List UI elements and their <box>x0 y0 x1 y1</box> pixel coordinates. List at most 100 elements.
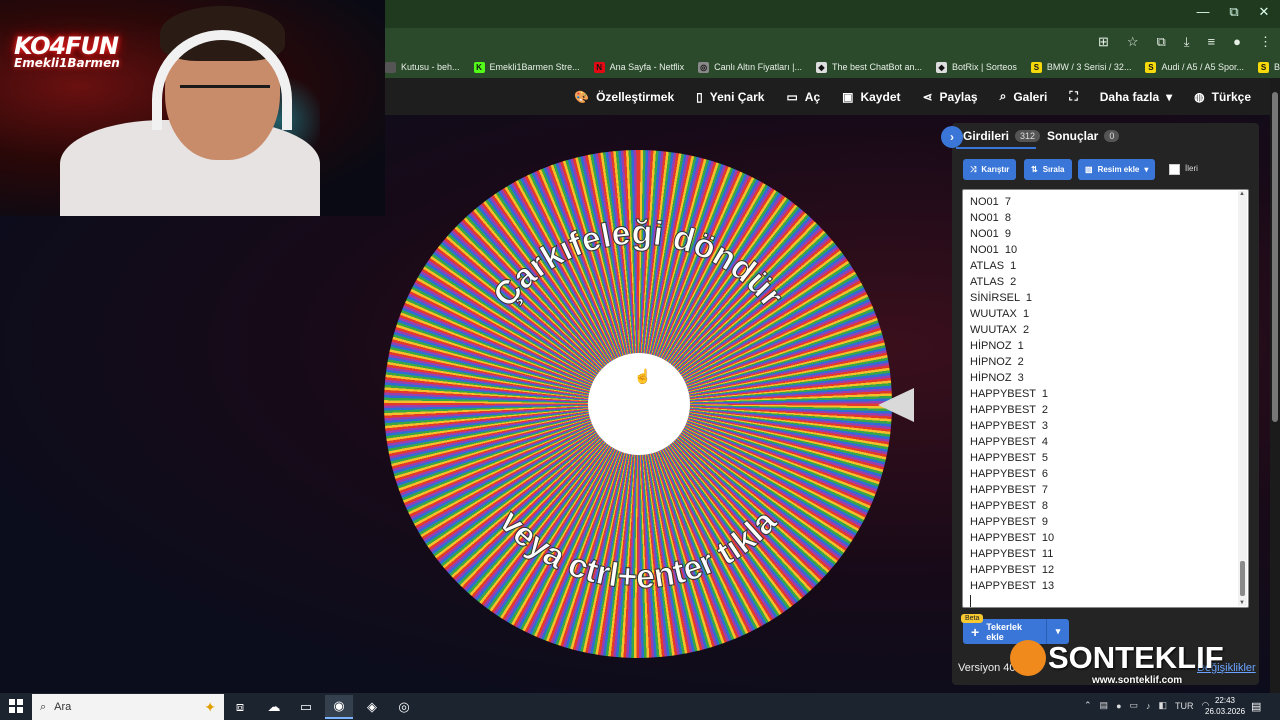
file-explorer-icon[interactable]: ▭ <box>292 695 320 719</box>
bookmark-label: Ana Sayfa - Netflix <box>609 62 685 72</box>
scroll-down-icon[interactable]: ▼ <box>1239 600 1245 606</box>
taskbar-search[interactable]: ⌕ Ara ✦ <box>32 694 224 720</box>
taskbar-clock[interactable]: 22:43 26.03.2026 <box>1205 695 1245 717</box>
entries-textarea[interactable]: NO01 7 NO01 8 NO01 9 NO01 10 ATLAS 1 ATLAS 2 S… <box>962 189 1249 608</box>
entry-line: HAPPYBEST 11 <box>970 548 1054 560</box>
shuffle-label: Karıştır <box>981 165 1010 174</box>
bookmark-star-icon[interactable]: ☆ <box>1127 34 1139 50</box>
sponsor-url: www.sonteklif.com <box>1092 675 1183 686</box>
fullscreen-button[interactable]: ⛶ <box>1058 78 1088 115</box>
bookmark-item[interactable]: ◆ The best ChatBot an... <box>815 61 923 73</box>
bookmark-item[interactable]: S Audi / A5 / A5 Spor... <box>1145 61 1244 73</box>
sort-button[interactable]: ⇅ Sırala <box>1024 159 1072 180</box>
entry-line: HAPPYBEST 6 <box>970 468 1049 480</box>
entry-line: NO01 7 <box>970 196 1011 208</box>
caret-down-icon: ▾ <box>1144 165 1149 174</box>
windows-start-icon[interactable] <box>9 699 23 713</box>
weather-widget-icon[interactable]: ☁ <box>260 695 288 719</box>
bookmark-favicon-icon <box>385 61 396 73</box>
bookmark-item[interactable]: ◆ BotRix | Sorteos <box>936 61 1017 73</box>
entry-line: HAPPYBEST 7 <box>970 484 1049 496</box>
bookmark-item[interactable]: Kutusu - beh... <box>385 61 460 73</box>
entry-line: ATLAS 1 <box>970 260 1017 272</box>
file-icon: ▯ <box>696 89 703 104</box>
recorder-app-icon[interactable]: ◎ <box>390 695 418 719</box>
entries-list: NO01 7 NO01 8 NO01 9 NO01 10 ATLAS 1 ATLAS 2 S… <box>963 190 1248 607</box>
bookmark-item[interactable]: N Ana Sayfa - Netflix <box>593 61 685 73</box>
network-icon[interactable]: ◧ <box>1159 700 1168 711</box>
webcam-overlay: KO4FUN Emekli1Barmen <box>0 0 385 216</box>
save-button[interactable]: ▣ Kaydet <box>831 78 911 115</box>
entries-scrollbar[interactable]: ▲ ▼ <box>1238 191 1247 606</box>
entry-line: SİNİRSEL 1 <box>970 292 1032 304</box>
caret-down-icon: ▾ <box>1166 89 1173 104</box>
page-scrollbar[interactable] <box>1270 78 1280 693</box>
search-icon: ⌕ <box>999 89 1007 103</box>
page-scrollbar-thumb[interactable] <box>1272 92 1278 422</box>
share-label: Paylaş <box>939 89 978 104</box>
minimize-button[interactable]: — <box>1186 4 1220 19</box>
sponsor-watermark: SONTEKLIF www.sonteklif.com <box>1010 640 1245 690</box>
bookmark-item[interactable]: S BMW / 3 Serisi / 32... <box>1030 61 1131 73</box>
entry-line: HİPNOZ 1 <box>970 340 1024 352</box>
close-window-button[interactable]: ✕ <box>1247 4 1280 20</box>
tab-entries[interactable]: Girdileri 312 <box>963 129 1041 143</box>
gallery-button[interactable]: ⌕ Galeri <box>989 78 1059 115</box>
glasses <box>180 85 270 105</box>
share-button[interactable]: ⋖ Paylaş <box>911 78 988 115</box>
scroll-up-icon[interactable]: ▲ <box>1239 191 1245 197</box>
entry-line: HAPPYBEST 1 <box>970 388 1049 400</box>
tray-app-icon[interactable]: ▤ <box>1100 700 1109 711</box>
media-icon[interactable]: ≡ <box>1208 34 1216 50</box>
collapse-panel-button[interactable]: › <box>941 126 963 148</box>
save-icon: ▣ <box>842 89 854 104</box>
sort-label: Sırala <box>1042 165 1065 174</box>
caret-down-icon: ▾ <box>1055 626 1061 636</box>
task-view-icon[interactable]: ⧈ <box>226 695 254 719</box>
entry-line: HAPPYBEST 10 <box>970 532 1055 544</box>
restore-button[interactable]: ⧉ <box>1217 4 1251 20</box>
notification-icon[interactable]: ▤ <box>1251 700 1261 713</box>
advanced-checkbox[interactable] <box>1169 164 1180 175</box>
new-wheel-label: Yeni Çark <box>709 89 765 104</box>
bookmark-label: Kutusu - beh... <box>401 62 460 72</box>
sort-icon: ⇅ <box>1031 165 1038 174</box>
input-language[interactable]: TUR <box>1175 701 1194 711</box>
entry-line: HİPNOZ 3 <box>970 372 1024 384</box>
bookmark-label: BotRix | Sorteos <box>952 62 1017 72</box>
bookmark-label: Emekli1Barmen Stre... <box>489 62 580 72</box>
battery-icon[interactable]: ▭ <box>1130 700 1139 711</box>
bookmark-favicon-icon: ◆ <box>815 61 827 73</box>
bookmark-item[interactable]: K Emekli1Barmen Stre... <box>473 61 580 73</box>
chrome-icon[interactable]: ◉ <box>325 695 353 719</box>
translate-icon[interactable]: ⊞ <box>1098 34 1109 50</box>
obs-app-icon[interactable]: ◈ <box>358 695 386 719</box>
new-wheel-button[interactable]: ▯ Yeni Çark <box>685 78 775 115</box>
browser-menu-icon[interactable]: ⋮ <box>1259 34 1272 50</box>
bookmark-item[interactable]: ◎ Canlı Altın Fiyatları |... <box>698 61 802 73</box>
entry-line: NO01 8 <box>970 212 1011 224</box>
profile-avatar[interactable]: ● <box>1233 34 1241 50</box>
entry-line: HAPPYBEST 13 <box>970 580 1055 592</box>
entries-scrollbar-thumb[interactable] <box>1240 561 1245 596</box>
open-button[interactable]: ▭ Aç <box>775 78 831 115</box>
bookmark-favicon-icon: S <box>1030 61 1042 73</box>
entry-line: NO01 9 <box>970 228 1011 240</box>
shuffle-icon: ⤨ <box>970 164 977 174</box>
download-icon[interactable]: ⤓ <box>1184 34 1190 50</box>
extensions-icon[interactable]: ⧉ <box>1157 34 1166 50</box>
more-menu-button[interactable]: Daha fazla ▾ <box>1089 78 1183 115</box>
microphone-icon[interactable]: ● <box>1116 701 1121 711</box>
add-image-button[interactable]: ▨ Resim ekle ▾ <box>1078 159 1156 180</box>
customize-button[interactable]: 🎨 Özelleştirmek <box>563 78 685 115</box>
language-button[interactable]: ◍ Türkçe <box>1183 78 1262 115</box>
bookmark-item[interactable]: S BMW / 3 Serisi / 32... <box>1258 61 1280 73</box>
bookmark-label: The best ChatBot an... <box>831 62 923 72</box>
volume-icon[interactable]: ♪ <box>1146 701 1151 711</box>
tab-results-label: Sonuçlar <box>1047 129 1099 143</box>
tray-chevron-up-icon[interactable]: ⌃ <box>1084 700 1092 711</box>
shuffle-button[interactable]: ⤨ Karıştır <box>963 159 1017 180</box>
add-wheel-dropdown[interactable]: ▾ <box>1047 626 1069 637</box>
tab-results[interactable]: Sonuçlar 0 <box>1047 129 1120 143</box>
add-image-label: Resim ekle <box>1097 165 1140 174</box>
